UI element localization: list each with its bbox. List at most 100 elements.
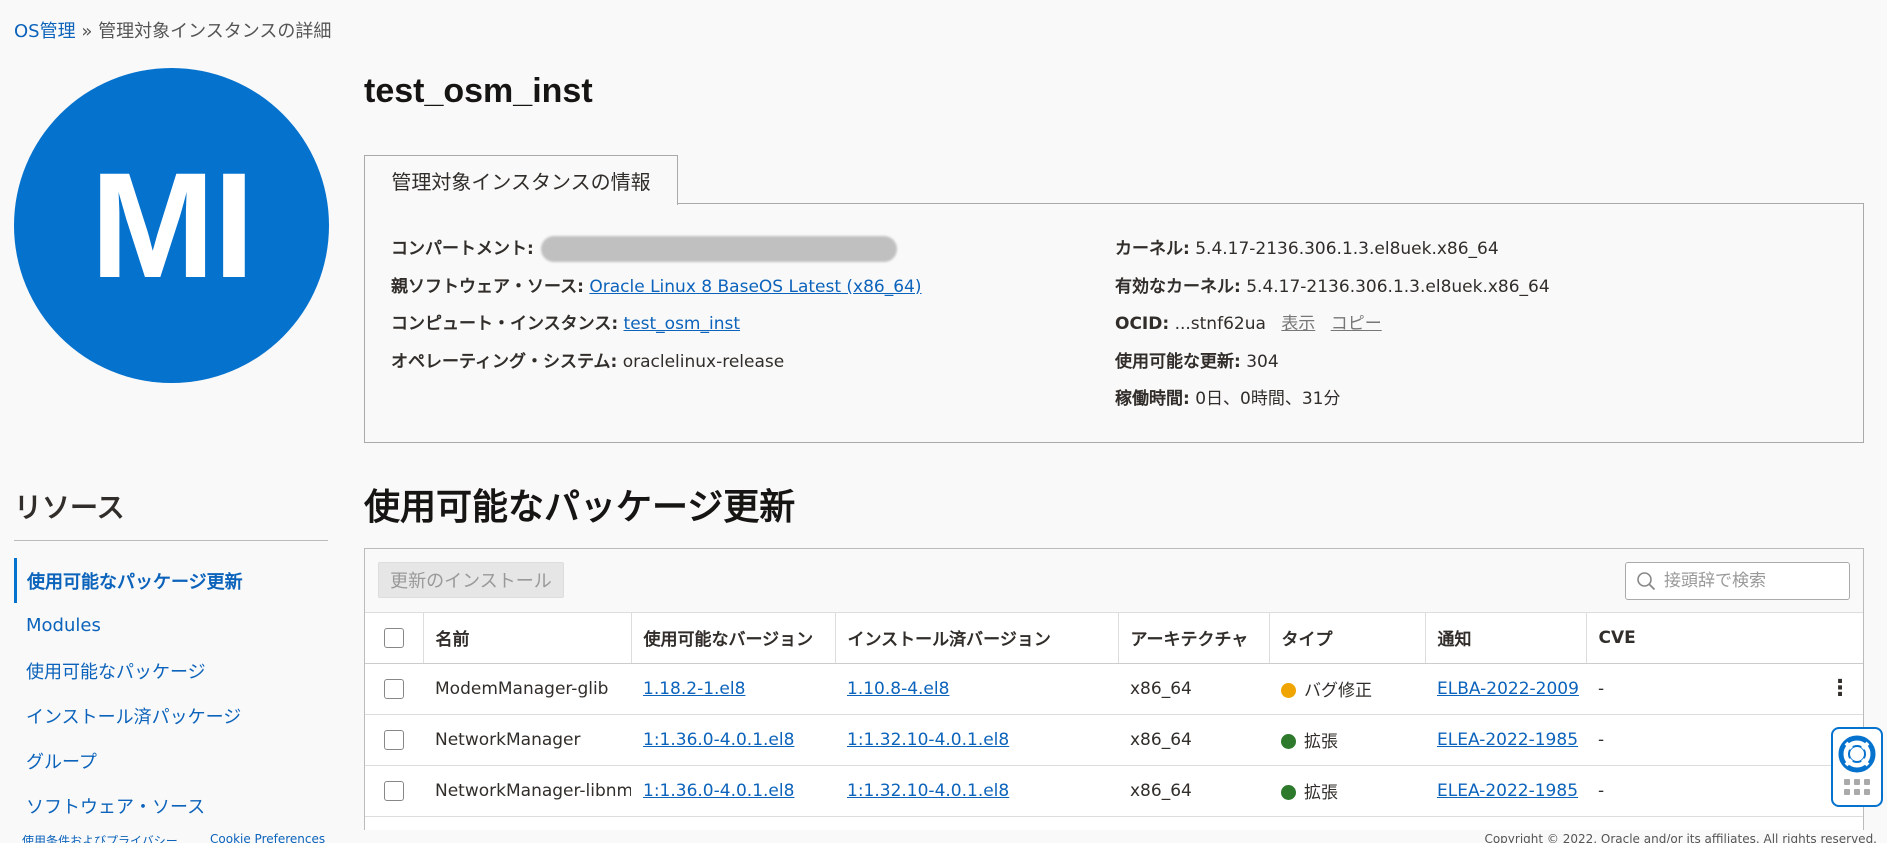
row-select-cell [365, 714, 423, 765]
resource-nav: 使用可能なパッケージ更新 Modules 使用可能なパッケージ インストール済パ… [14, 558, 328, 828]
advisory-link[interactable]: ELEA-2022-1985 [1437, 730, 1578, 750]
row-actions-kebab-icon[interactable]: ⋮ [1829, 677, 1851, 700]
type-cell: 拡張 [1269, 714, 1425, 765]
available-version-link[interactable]: 1:1.36.0-4.0.1.el8 [643, 730, 794, 750]
package-name: NetworkManager-libnm [435, 780, 631, 801]
copyright-text: Copyright © 2022, Oracle and/or its affi… [1484, 832, 1877, 843]
installed-version-link[interactable]: 1.10.8-4.el8 [847, 679, 949, 699]
package-name: NetworkManager [435, 729, 581, 750]
advisory-link[interactable]: ELBA-2022-2009 [1437, 679, 1579, 699]
parent-software-source-link[interactable]: Oracle Linux 8 BaseOS Latest (x86_64) [589, 277, 921, 297]
available-version-link[interactable]: 1:1.36.0-4.0.1.el8 [643, 781, 794, 801]
info-operating-system: オペレーティング・システム: oraclelinux-release [391, 347, 922, 385]
breadcrumb-os-management-link[interactable]: OS管理 [14, 21, 76, 42]
table-header-row: 名前 使用可能なバージョン インストール済バージョン アーキテクチャ タイプ 通… [365, 613, 1863, 664]
compute-instance-link[interactable]: test_osm_inst [624, 314, 741, 334]
available-version-cell: 1:1.36.0-4.0.1.el8 [631, 765, 835, 816]
installed-version-link[interactable]: 1:1.32.10-4.0.1.el8 [847, 730, 1009, 750]
advisory-link[interactable]: ELEA-2022-1985 [1437, 781, 1578, 801]
row-select-cell [365, 765, 423, 816]
table-row: NetworkManager-libnm 1:1.36.0-4.0.1.el8 … [365, 765, 1863, 816]
architecture: x86_64 [1130, 729, 1192, 750]
enhancement-status-dot-icon [1281, 734, 1296, 749]
info-compartment: コンパートメント: [391, 234, 922, 272]
type-cell: 拡張 [1269, 765, 1425, 816]
drag-handle-icon[interactable] [1844, 779, 1870, 795]
info-left-column: コンパートメント: 親ソフトウェア・ソース: Oracle Linux 8 Ba… [391, 234, 922, 384]
package-updates-table-container: 更新のインストール 名前 使用可能なバージョン インストール済バージョン アーキ… [364, 548, 1864, 843]
search-icon [1637, 572, 1656, 591]
package-name: ModemManager-glib [435, 678, 609, 699]
ocid-show-link[interactable]: 表示 [1281, 314, 1315, 334]
install-updates-button[interactable]: 更新のインストール [378, 562, 564, 598]
column-header-type[interactable]: タイプ [1269, 613, 1426, 664]
info-compute-instance: コンピュート・インスタンス: test_osm_inst [391, 309, 922, 347]
instance-info-panel: コンパートメント: 親ソフトウェア・ソース: Oracle Linux 8 Ba… [364, 203, 1864, 443]
enhancement-status-dot-icon [1281, 785, 1296, 800]
cve-value: - [1598, 678, 1605, 699]
available-version-cell: 1.18.2-1.el8 [631, 663, 835, 714]
info-value: 5.4.17-2136.306.1.3.el8uek.x86_64 [1246, 276, 1550, 297]
breadcrumb-current: 管理対象インスタンスの詳細 [98, 21, 332, 42]
breadcrumb: OS管理 » 管理対象インスタンスの詳細 [14, 17, 331, 43]
resources-heading: リソース [14, 492, 125, 523]
type-label: 拡張 [1304, 783, 1338, 803]
sidebar-item-installed-packages[interactable]: インストール済パッケージ [14, 693, 328, 738]
sidebar-item-modules[interactable]: Modules [14, 603, 328, 648]
info-available-updates: 使用可能な更新: 304 [1115, 347, 1550, 385]
sidebar-item-available-packages[interactable]: 使用可能なパッケージ [14, 648, 328, 693]
info-label: 使用可能な更新: [1115, 351, 1241, 372]
column-header-available-version[interactable]: 使用可能なバージョン [631, 613, 836, 664]
info-right-column: カーネル: 5.4.17-2136.306.1.3.el8uek.x86_64 … [1115, 234, 1550, 422]
resources-divider [14, 540, 328, 541]
bugfix-status-dot-icon [1281, 683, 1296, 698]
instance-avatar: MI [14, 68, 329, 383]
tab-instance-info[interactable]: 管理対象インスタンスの情報 [364, 155, 678, 205]
info-label: オペレーティング・システム: [391, 351, 618, 372]
info-value: 304 [1246, 351, 1279, 372]
ocid-value: ...stnf62ua [1174, 314, 1266, 334]
sidebar-item-available-package-updates[interactable]: 使用可能なパッケージ更新 [14, 558, 328, 603]
help-button[interactable] [1831, 727, 1883, 807]
type-label: 拡張 [1304, 732, 1338, 752]
available-version-link[interactable]: 1.18.2-1.el8 [643, 679, 745, 699]
column-header-installed-version[interactable]: インストール済バージョン [835, 613, 1119, 664]
section-title: 使用可能なパッケージ更新 [364, 486, 796, 527]
column-header-cve[interactable]: CVE [1586, 613, 1863, 664]
redacted-compartment [541, 236, 898, 262]
package-updates-table: 名前 使用可能なバージョン インストール済バージョン アーキテクチャ タイプ 通… [365, 613, 1863, 817]
installed-version-cell: 1:1.32.10-4.0.1.el8 [835, 765, 1118, 816]
search-box[interactable] [1625, 562, 1850, 600]
info-label: カーネル: [1115, 239, 1190, 259]
ocid-copy-link[interactable]: コピー [1331, 314, 1382, 334]
terms-privacy-link[interactable]: 使用条件およびプライバシー [22, 832, 178, 843]
column-header-architecture[interactable]: アーキテクチャ [1118, 613, 1270, 664]
cve-cell: - ⋮ [1586, 663, 1863, 714]
available-version-cell: 1:1.36.0-4.0.1.el8 [631, 714, 835, 765]
lifebuoy-icon [1838, 735, 1876, 773]
row-checkbox[interactable] [384, 678, 404, 699]
row-select-cell [365, 663, 423, 714]
breadcrumb-separator: » [81, 21, 93, 42]
select-all-cell [365, 613, 424, 664]
info-label: 稼働時間: [1115, 389, 1190, 409]
avatar-initials: MI [90, 141, 255, 309]
page-title: test_osm_inst [364, 72, 593, 110]
type-label: バグ修正 [1304, 681, 1372, 701]
sidebar-item-software-sources[interactable]: ソフトウェア・ソース [14, 783, 328, 828]
select-all-checkbox[interactable] [383, 627, 404, 648]
cookie-preferences-link[interactable]: Cookie Preferences [210, 832, 325, 843]
column-header-advisory[interactable]: 通知 [1425, 613, 1587, 664]
info-label: コンパートメント: [391, 239, 534, 259]
column-header-name[interactable]: 名前 [423, 613, 632, 664]
info-label: コンピュート・インスタンス: [391, 314, 619, 334]
row-checkbox[interactable] [384, 780, 404, 801]
architecture: x86_64 [1130, 678, 1192, 699]
info-value: oraclelinux-release [622, 351, 785, 372]
installed-version-link[interactable]: 1:1.32.10-4.0.1.el8 [847, 781, 1009, 801]
info-kernel: カーネル: 5.4.17-2136.306.1.3.el8uek.x86_64 [1115, 234, 1550, 272]
search-input[interactable] [1664, 571, 1834, 591]
sidebar-item-groups[interactable]: グループ [14, 738, 328, 783]
table-toolbar: 更新のインストール [365, 549, 1863, 613]
row-checkbox[interactable] [384, 729, 404, 750]
